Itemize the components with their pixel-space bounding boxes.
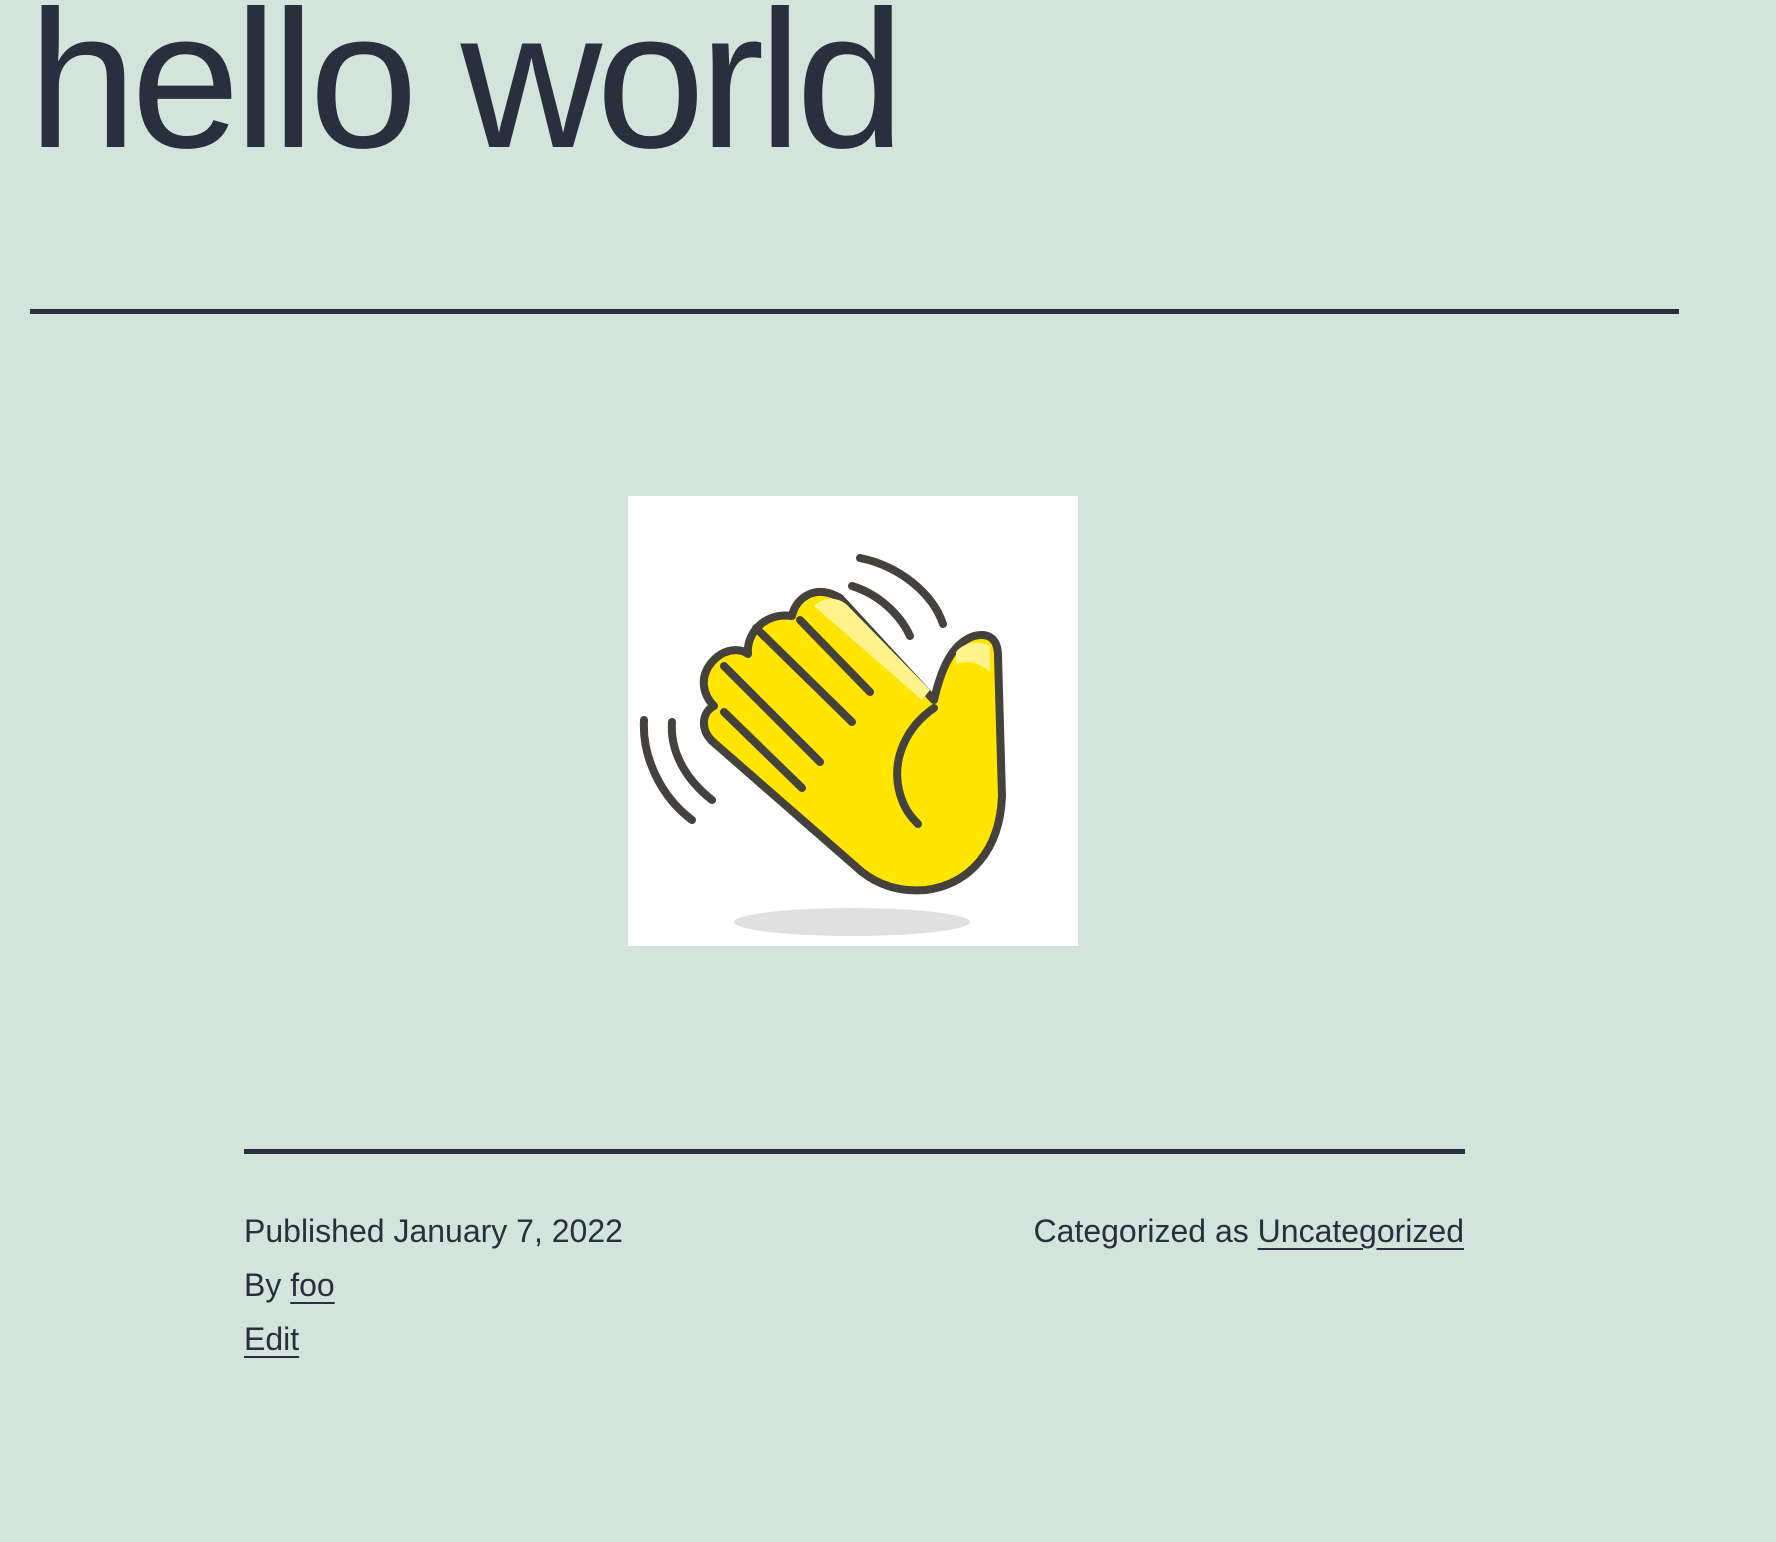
category-link[interactable]: Uncategorized bbox=[1258, 1213, 1464, 1249]
motion-lines-left bbox=[639, 716, 716, 824]
content-separator bbox=[244, 1149, 1465, 1154]
featured-image bbox=[628, 496, 1078, 946]
published-date: January 7, 2022 bbox=[393, 1213, 623, 1249]
published-label: Published bbox=[244, 1213, 385, 1249]
categories: Categorized as Uncategorized bbox=[1034, 1215, 1464, 1247]
post-title: hello world bbox=[28, 0, 905, 189]
posted-on: Published January 7, 2022 bbox=[244, 1215, 623, 1247]
edit-post: Edit bbox=[244, 1323, 299, 1355]
byline: By foo bbox=[244, 1269, 335, 1301]
byline-label: By bbox=[244, 1267, 282, 1303]
hand-shadow bbox=[734, 908, 970, 936]
category-label: Categorized as bbox=[1033, 1213, 1249, 1249]
hand bbox=[699, 588, 1006, 895]
title-separator bbox=[30, 309, 1679, 314]
waving-hand-icon bbox=[639, 554, 1006, 936]
author-link[interactable]: foo bbox=[290, 1267, 334, 1303]
edit-link[interactable]: Edit bbox=[244, 1321, 299, 1357]
